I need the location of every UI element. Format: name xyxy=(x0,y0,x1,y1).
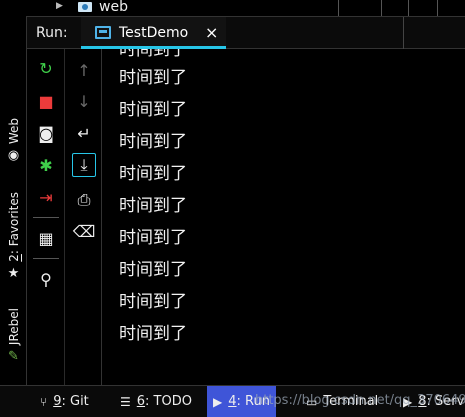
divider xyxy=(408,0,409,16)
tool-tab-web[interactable]: Web ◉ xyxy=(0,118,27,163)
web-module-icon xyxy=(78,2,92,12)
tool-tab-favorites-number: 2 xyxy=(6,254,21,262)
up-arrow-icon[interactable]: ↑ xyxy=(72,58,96,82)
bottom-tool-window-bar: ⑂ 9: Git ☰ 6: TODO ▶ 4: Run ▭ Terminal ▶… xyxy=(0,385,465,417)
console-line: 时间到了 xyxy=(119,228,187,248)
console-line: 时间到了 xyxy=(119,196,187,216)
divider xyxy=(403,17,404,49)
console-toolbar: ↑ ↓ ↵ ⤓ ⎙ ⌫ xyxy=(65,49,102,385)
tool-tab-favorites-label: Favorites xyxy=(6,192,21,247)
console-output[interactable]: 时间到了 时间到了 时间到了 时间到了 时间到了 时间到了 时间到了 时间到了 … xyxy=(103,49,465,385)
print-icon[interactable]: ⎙ xyxy=(72,188,96,212)
console-line: 时间到了 xyxy=(119,260,187,280)
watermark-text: https://blog.csdn.net/qq_37064905 xyxy=(255,393,465,408)
tool-tab-run-number: 4 xyxy=(228,394,237,409)
layout-icon[interactable]: ▦ xyxy=(34,226,58,250)
console-line: 时间到了 xyxy=(119,68,187,88)
tool-tab-favorites-text: 2: Favorites xyxy=(6,192,21,262)
debug-icon[interactable]: ✱ xyxy=(34,153,58,177)
tool-tab-web-label: Web xyxy=(6,118,21,145)
tool-tab-git[interactable]: ⑂ 9: Git xyxy=(40,386,89,417)
play-icon: ▶ xyxy=(213,394,223,409)
git-branch-icon: ⑂ xyxy=(40,394,48,409)
console-line: 时间到了 xyxy=(119,100,187,120)
todo-list-icon: ☰ xyxy=(120,394,131,409)
tool-tab-todo[interactable]: ☰ 6: TODO xyxy=(120,386,192,417)
run-tool-window-header: Run: TestDemo × xyxy=(27,16,465,49)
trash-icon[interactable]: ⌫ xyxy=(72,219,96,243)
tool-tab-jrebel[interactable]: JRebel ✎ xyxy=(0,308,27,364)
toolbar-separator xyxy=(33,217,59,218)
scroll-to-end-icon[interactable]: ⤓ xyxy=(72,153,96,177)
down-arrow-icon[interactable]: ↓ xyxy=(72,89,96,113)
tool-tab-git-label: : Git xyxy=(61,394,89,409)
pin-icon[interactable]: ⚲ xyxy=(34,267,58,291)
left-tool-window-bar: Web ◉ 2: Favorites ★ JRebel ✎ xyxy=(0,16,27,385)
star-icon: ★ xyxy=(7,265,20,281)
divider xyxy=(338,0,339,16)
exit-icon[interactable]: ⇥ xyxy=(34,185,58,209)
tool-tab-todo-label: : TODO xyxy=(145,394,192,409)
run-tab-title: TestDemo xyxy=(119,25,189,41)
tool-tab-favorites[interactable]: 2: Favorites ★ xyxy=(0,192,27,281)
run-label: Run: xyxy=(36,25,68,41)
jrebel-icon: ✎ xyxy=(8,349,19,365)
project-tree-strip: ▶ web xyxy=(0,0,465,16)
stop-icon[interactable]: ■ xyxy=(34,89,58,113)
tool-tab-git-number: 9 xyxy=(53,394,62,409)
run-actions-toolbar: ↻ ■ ◙ ✱ ⇥ ▦ ⚲ xyxy=(27,49,65,385)
console-line: 时间到了 xyxy=(119,324,187,344)
globe-icon: ◉ xyxy=(7,148,20,164)
console-icon xyxy=(95,26,111,39)
tool-tab-todo-number: 6 xyxy=(136,394,146,409)
console-line: 时间到了 xyxy=(119,164,187,184)
console-line: 时间到了 xyxy=(119,49,187,60)
soft-wrap-icon[interactable]: ↵ xyxy=(72,121,96,145)
camera-icon[interactable]: ◙ xyxy=(34,121,58,145)
run-tab-testdemo[interactable]: TestDemo × xyxy=(81,17,226,49)
tool-tab-jrebel-label: JRebel xyxy=(6,308,21,346)
divider xyxy=(381,0,382,16)
close-icon[interactable]: × xyxy=(205,23,218,42)
project-node-web[interactable]: web xyxy=(99,0,128,15)
toolbar-separator xyxy=(33,258,59,259)
rerun-icon[interactable]: ↻ xyxy=(34,56,58,80)
expand-arrow-icon[interactable]: ▶ xyxy=(56,1,63,11)
divider xyxy=(437,0,438,16)
console-line: 时间到了 xyxy=(119,292,187,312)
console-line: 时间到了 xyxy=(119,132,187,152)
